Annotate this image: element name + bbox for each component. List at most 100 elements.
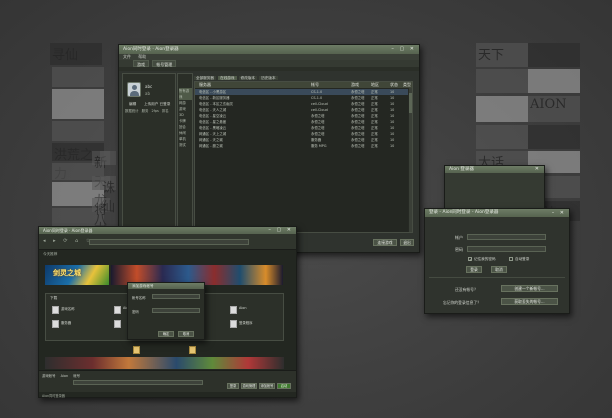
add-account-button[interactable]: 添加帐号 (259, 383, 275, 389)
user-edit-link[interactable]: 编辑 (129, 102, 136, 107)
recommended-label: 今天推荐 (43, 252, 58, 256)
category-item[interactable]: 所有游戏 (179, 88, 192, 100)
client-window-title: Aion同时登录 · Aion登录器 (43, 228, 93, 233)
desktop-stage: 寻仙洪荒之力新天龙八部将太诛仙天下AION大话封神 Aion 登录器 ✕ Aio… (0, 0, 612, 418)
table-cell: 网通区 - 魔之城 (199, 144, 223, 148)
right-tile (528, 125, 580, 149)
left-tile (52, 67, 104, 87)
col-game[interactable]: 游戏 (351, 82, 359, 88)
remember-label: 记住我的密码 (474, 257, 496, 261)
no-account-prompt: 还没有帐号？ (455, 287, 478, 292)
window-controls[interactable]: – ▢ ✕ (391, 45, 416, 54)
subtab-modify[interactable]: 修改版本 (238, 76, 258, 80)
table-row[interactable]: 网通区 - 魔之城 服务 MPG 永恒之塔 正常 10 (195, 143, 408, 149)
menu-help[interactable]: 帮助 (138, 54, 146, 59)
col-status[interactable]: 状态 (390, 82, 398, 88)
dialog-titlebar: 添加游戏帐号 (128, 283, 204, 289)
remember-checkbox[interactable]: ✓ (468, 257, 472, 262)
user-status-link[interactable]: 上传用户 已登录 (144, 102, 170, 107)
subtab-online[interactable]: 在线游戏 (218, 76, 237, 80)
nav-fps[interactable]: 2fps (152, 109, 159, 113)
subtab-history[interactable]: 历史版本 (259, 76, 278, 80)
item-thumb[interactable] (52, 320, 59, 328)
right-tile (476, 96, 528, 122)
tab-accounts[interactable]: 帐号管理 (152, 60, 177, 67)
left-tile: 寻仙 (50, 43, 102, 65)
right-tile (476, 69, 528, 93)
tab-account[interactable]: 帐号 (73, 374, 80, 378)
dialog-cancel-button[interactable]: 取消 (178, 331, 194, 337)
main-window-titlebar: Aion同时登录 · Aion登录器 – ▢ ✕ (119, 45, 419, 54)
item-thumb[interactable] (114, 306, 121, 314)
connect-button[interactable]: 连接游戏 (373, 239, 397, 246)
table-scrollbar[interactable] (408, 88, 412, 232)
account-label: 帐户 (455, 235, 463, 240)
dialog-password-field[interactable] (152, 308, 200, 313)
window-controls[interactable]: – ▢ ✕ (268, 227, 293, 234)
account-bar: 游戏帐号 Aion 帐号 登录 游戏管理 添加帐号 启动 (39, 370, 296, 392)
item-label[interactable]: Aion (239, 306, 247, 310)
forgot-prompt: 忘记你的登录信息了？ (443, 300, 481, 305)
table-cell: 正常 (371, 144, 378, 148)
tab-aion[interactable]: Aion (61, 374, 69, 378)
dialog-ok-button[interactable]: 确定 (158, 331, 174, 337)
dialog-account-field[interactable] (152, 294, 200, 299)
right-tile (528, 43, 580, 67)
window-controls[interactable]: – ✕ (552, 209, 566, 217)
exit-button[interactable]: 退出 (400, 239, 414, 246)
close-icon[interactable]: ✕ (535, 166, 541, 173)
nav-rank[interactable]: 排名 (162, 109, 169, 113)
create-account-button[interactable]: 创建一个新帐号... (501, 285, 558, 292)
nav-stats[interactable]: 数据统计 (125, 109, 139, 113)
login-button[interactable]: 登录 (227, 383, 239, 389)
client-window-titlebar: Aion同时登录 · Aion登录器 – ▢ ✕ (39, 227, 296, 234)
category-item[interactable]: 测试 (179, 142, 192, 148)
col-region[interactable]: 地区 (371, 82, 379, 88)
account-field[interactable] (73, 380, 203, 385)
address-field[interactable] (89, 239, 249, 245)
subtab-all[interactable]: 全部服务器 (194, 76, 216, 80)
toolbar-icons[interactable]: ◂ ▸ ⟳ ⌂ ☆ (43, 238, 93, 244)
user-tag: ab (145, 91, 150, 96)
main-window-title: Aion同时登录 · Aion登录器 (123, 47, 179, 52)
strip-banner[interactable] (45, 357, 284, 369)
right-tile-text: AION (530, 97, 567, 112)
toolbar-strip (119, 67, 419, 71)
login-cancel-button[interactable]: 取消 (491, 266, 507, 273)
account-tabs: 游戏帐号 Aion 帐号 (42, 373, 80, 378)
account-input[interactable] (467, 234, 546, 240)
nav-service[interactable]: 服务 (142, 109, 149, 113)
user-nav: 数据统计 服务 2fps 排名 (123, 109, 175, 114)
item-label[interactable]: 服务器 (61, 320, 71, 325)
item-thumb[interactable] (52, 306, 59, 314)
tab-game-account[interactable]: 游戏帐号 (42, 374, 56, 378)
folder-icon[interactable] (133, 346, 140, 354)
right-tile-text: 天下 (478, 48, 505, 63)
folder-icon[interactable] (189, 346, 196, 354)
item-thumb[interactable] (230, 306, 237, 314)
password-label: 密码 (455, 247, 463, 252)
login-submit-button[interactable]: 登录 (466, 266, 482, 273)
status-text: Aion同时登录器 (42, 394, 65, 398)
item-thumb[interactable] (230, 320, 237, 328)
recover-account-button[interactable]: 获取丢失的帐号... (501, 298, 558, 305)
auto-login-checkbox[interactable] (509, 257, 513, 261)
manage-button[interactable]: 游戏管理 (241, 383, 257, 389)
item-label[interactable]: 登录程序 (239, 320, 253, 325)
add-account-dialog: 添加游戏帐号 帐号名称 密码 确定 取消 (127, 282, 205, 340)
left-tile (52, 121, 104, 141)
avatar[interactable] (127, 82, 141, 97)
client-toolbar: ◂ ▸ ⟳ ⌂ ☆ (39, 234, 296, 250)
left-tile (100, 151, 116, 165)
tab-games[interactable]: 游戏 (133, 60, 149, 67)
password-input[interactable] (467, 246, 546, 252)
col-account[interactable]: 帐号 (311, 82, 319, 88)
col-server[interactable]: 服务器 (199, 82, 211, 88)
item-label[interactable]: 游戏名称 (61, 306, 75, 311)
game-banner[interactable]: 剑灵之城 (45, 265, 109, 285)
menu-file[interactable]: 文件 (123, 54, 131, 59)
launch-button[interactable]: 启动 (277, 383, 291, 389)
login-title: 登录 - Aion同时登录 - Aion登录器 (429, 210, 499, 215)
item-thumb[interactable] (114, 320, 121, 328)
dialog-account-label: 帐号名称 (132, 296, 146, 300)
